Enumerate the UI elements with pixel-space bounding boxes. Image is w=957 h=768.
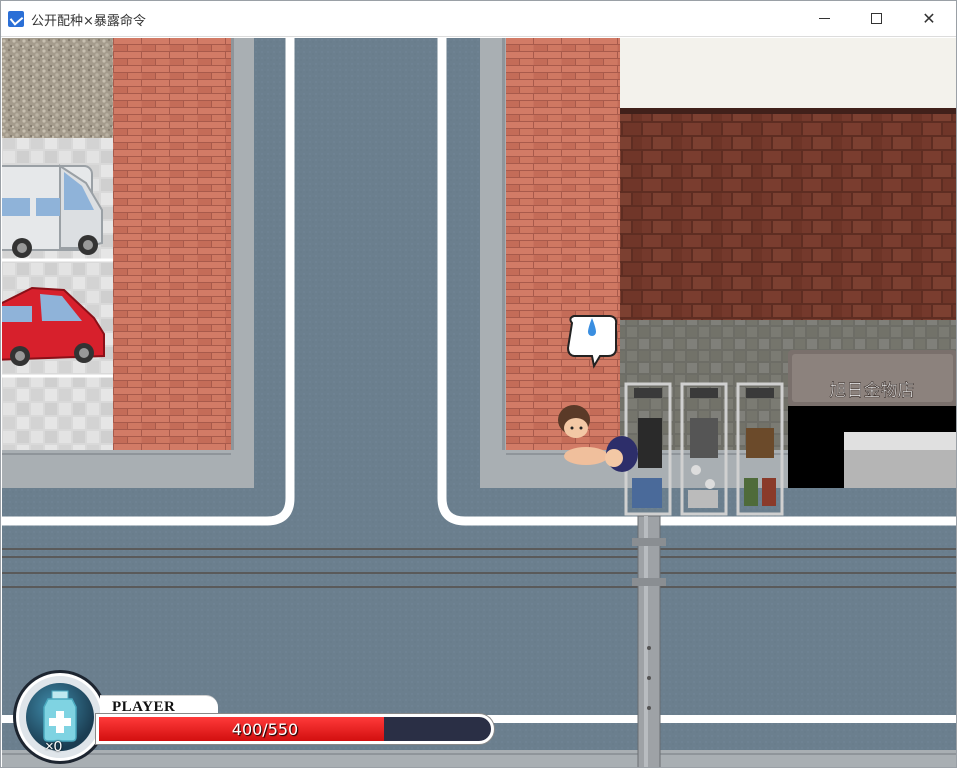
- game-window: 公开配种×暴露命令 ✕ 旭日金物店 ×0 PLAYER 400/550: [0, 0, 957, 768]
- potion-slot[interactable]: ×0: [16, 673, 104, 761]
- white-van: [2, 164, 103, 258]
- close-icon: ✕: [922, 9, 936, 28]
- title-bar[interactable]: 公开配种×暴露命令 ✕: [1, 1, 956, 37]
- street-scene: 旭日金物店: [2, 38, 956, 767]
- player-hud: ×0 PLAYER 400/550: [14, 671, 504, 766]
- gravel-lot: [2, 38, 113, 138]
- maximize-icon: [870, 13, 882, 24]
- close-button[interactable]: ✕: [906, 1, 952, 36]
- minimize-button[interactable]: [801, 1, 847, 36]
- maximize-button[interactable]: [853, 1, 899, 36]
- store-roof: [620, 108, 956, 320]
- store-upper-wall: [620, 38, 956, 108]
- app-icon: [8, 11, 24, 27]
- brick-sidewalk-left: [113, 38, 231, 450]
- curb-left: [231, 38, 254, 488]
- store-sign-text: 旭日金物店: [830, 381, 915, 401]
- minimize-icon: [818, 18, 830, 19]
- hp-text: 400/550: [231, 720, 299, 739]
- window-title: 公开配种×暴露命令: [31, 14, 146, 29]
- game-viewport[interactable]: 旭日金物店 ×0 PLAYER 400/550: [2, 38, 956, 767]
- brick-sidewalk-right: [506, 38, 620, 450]
- potion-count: ×0: [45, 738, 63, 755]
- hp-bar: 400/550: [96, 714, 494, 744]
